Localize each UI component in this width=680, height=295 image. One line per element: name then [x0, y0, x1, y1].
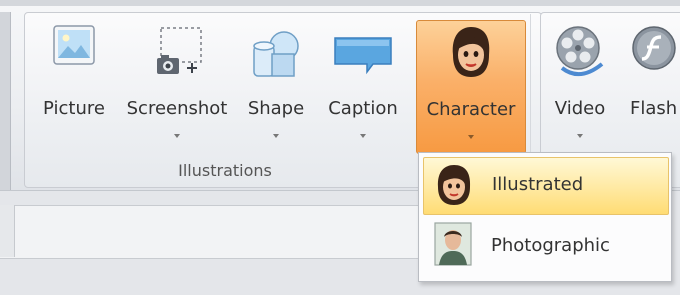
photographic-character-icon — [433, 221, 473, 271]
character-button[interactable]: Character — [416, 20, 526, 154]
video-label: Video — [554, 98, 606, 119]
caption-label: Caption — [328, 98, 398, 119]
caption-icon — [331, 24, 395, 84]
screenshot-icon — [147, 24, 207, 90]
shape-icon — [246, 24, 306, 88]
shape-button[interactable]: Shape — [240, 22, 312, 152]
content-left-tab — [0, 205, 15, 257]
flash-button[interactable]: Flash — [626, 22, 680, 152]
menu-item-photographic[interactable]: Photographic — [423, 219, 667, 275]
character-label: Character — [426, 99, 516, 120]
menu-item-photographic-label: Photographic — [491, 235, 610, 256]
video-dropdown-arrow[interactable] — [577, 134, 583, 138]
character-dropdown-menu: Illustrated Photographic — [418, 152, 672, 282]
menu-item-illustrated[interactable]: Illustrated — [423, 157, 669, 215]
picture-label: Picture — [43, 98, 105, 119]
screenshot-label: Screenshot — [126, 98, 228, 119]
caption-dropdown-arrow[interactable] — [360, 134, 366, 138]
shape-label: Shape — [247, 98, 305, 119]
shape-dropdown-arrow[interactable] — [273, 134, 279, 138]
screenshot-button[interactable]: Screenshot — [118, 22, 236, 152]
caption-button[interactable]: Caption — [318, 22, 408, 152]
flash-label: Flash — [630, 98, 678, 119]
picture-button[interactable]: Picture — [34, 22, 114, 152]
video-button[interactable]: Video — [544, 22, 616, 152]
ribbon-left-edge — [0, 12, 11, 190]
screenshot-dropdown-arrow[interactable] — [174, 134, 180, 138]
flash-icon — [630, 24, 678, 76]
picture-icon — [52, 24, 96, 72]
content-toolbar-strip — [0, 205, 420, 259]
menu-item-illustrated-label: Illustrated — [492, 174, 584, 195]
illustrated-character-icon — [434, 163, 474, 211]
video-reel-icon — [554, 24, 606, 84]
ribbon-top-edge — [0, 0, 680, 6]
character-icon — [447, 25, 495, 85]
character-dropdown-arrow[interactable] — [468, 135, 474, 139]
group-label-illustrations: Illustrations — [178, 161, 272, 180]
